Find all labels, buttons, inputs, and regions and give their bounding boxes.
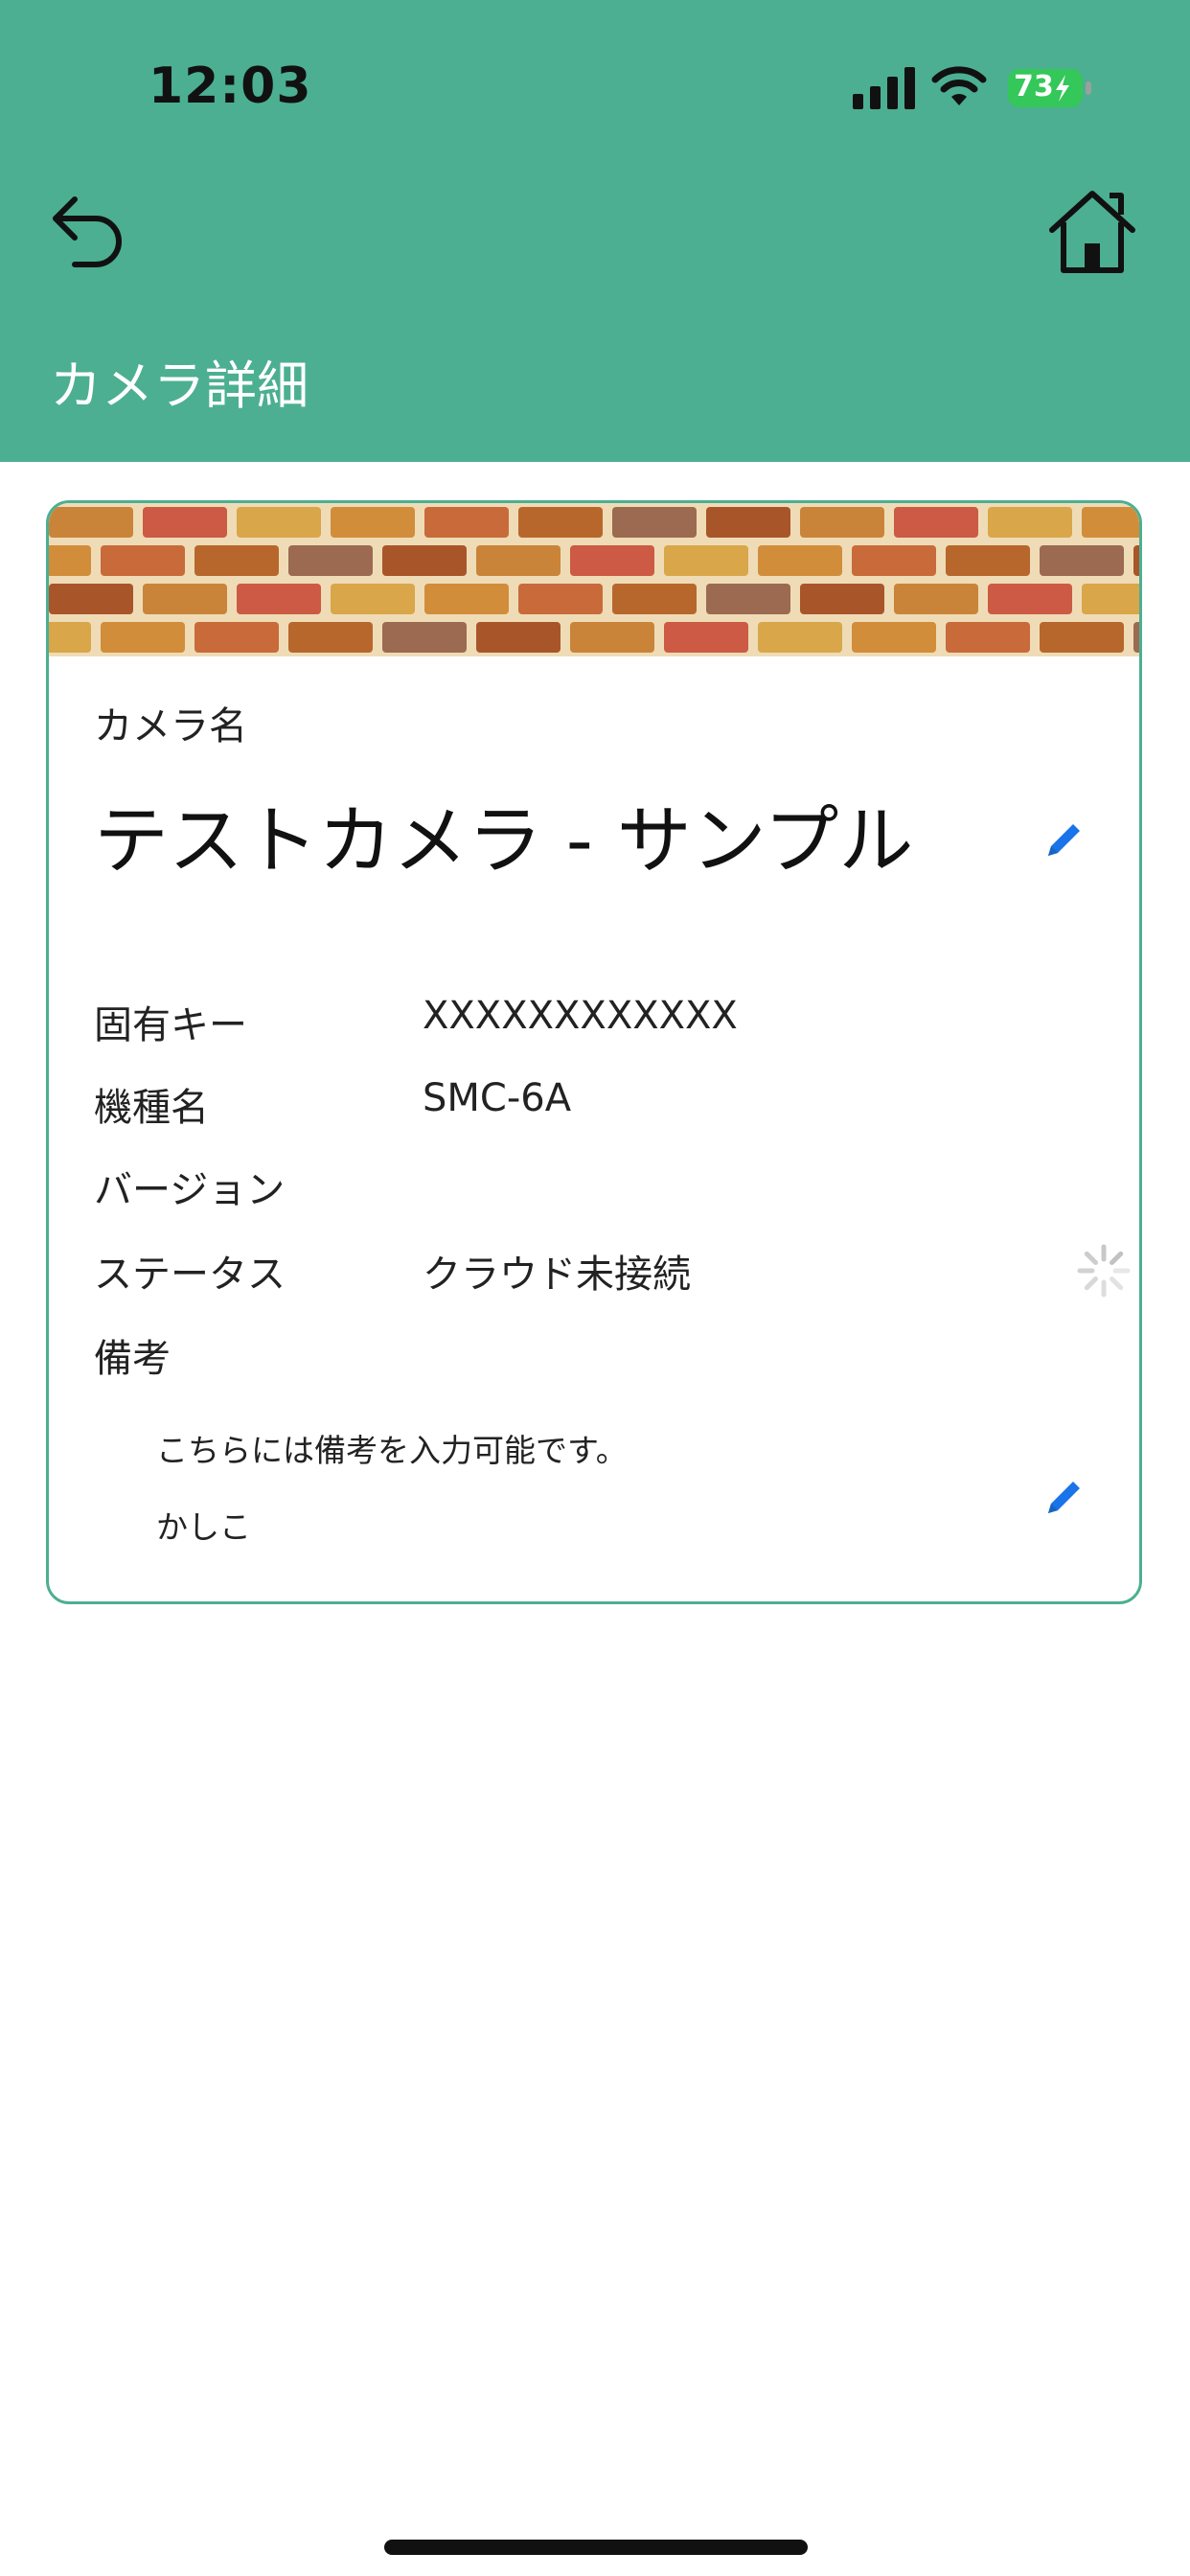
app-header: 12:03 73 カメラ詳細 (0, 0, 1190, 462)
memo-line: こちらには備考を入力可能です。 (156, 1432, 628, 1469)
status-time: 12:03 (149, 58, 312, 115)
back-button[interactable] (46, 188, 128, 270)
status-value: クラウド未接続 (423, 1253, 691, 1297)
model-value: SMC-6A (423, 1076, 572, 1120)
brick-wall-banner (49, 503, 1139, 656)
edit-memo-button[interactable] (1042, 1477, 1085, 1519)
camera-name-label: カメラ名 (94, 704, 247, 748)
battery-icon: 73 (1008, 67, 1092, 109)
home-indicator (384, 2540, 808, 2555)
page-title: カメラ詳細 (50, 356, 309, 416)
edit-camera-name-button[interactable] (1042, 819, 1085, 862)
camera-name: テストカメラ - サンプル (94, 798, 914, 885)
unique-key-value: XXXXXXXXXXXX (423, 994, 738, 1038)
spinner-icon (1077, 1244, 1131, 1298)
pencil-icon (1048, 824, 1080, 856)
home-icon (1049, 191, 1135, 273)
memo-line: かしこ (156, 1508, 251, 1546)
status-label: ステータス (94, 1253, 286, 1297)
wifi-icon (931, 66, 987, 105)
model-label: 機種名 (94, 1086, 209, 1130)
pencil-icon (1048, 1482, 1080, 1513)
battery-level: 73 (1014, 70, 1054, 104)
unique-key-label: 固有キー (94, 1003, 247, 1047)
home-button[interactable] (1046, 188, 1138, 280)
camera-detail-card: カメラ名 テストカメラ - サンプル 固有キー XXXXXXXXXXXX 機種名… (46, 500, 1142, 1604)
memo-label: 備考 (94, 1337, 171, 1381)
version-label: バージョン (94, 1168, 286, 1212)
back-arrow-icon (53, 196, 122, 267)
signal-icon (853, 67, 915, 109)
